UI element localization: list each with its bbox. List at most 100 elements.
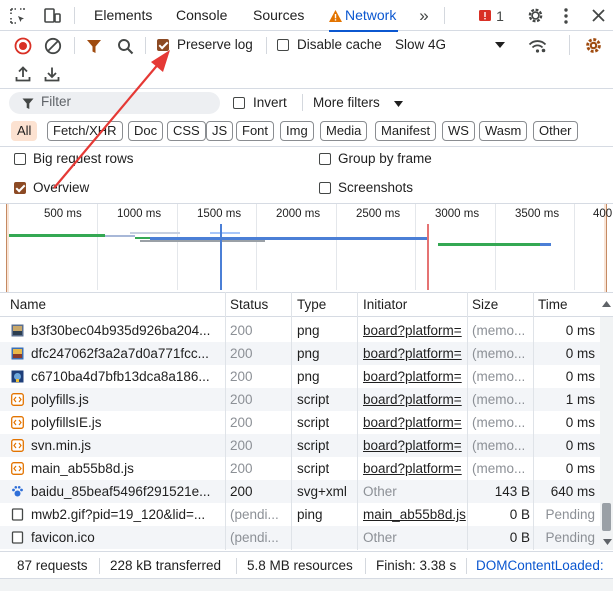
table-row[interactable]: svn.min.js 200 script board?platform= (m… [0, 434, 600, 457]
inspect-element-icon[interactable] [8, 6, 28, 26]
filter-placeholder: Filter [41, 94, 71, 109]
more-options-icon[interactable] [559, 5, 573, 26]
script-icon [11, 462, 24, 475]
resources-size: 5.8 MB resources [247, 558, 353, 573]
scrollbar-thumb[interactable] [602, 503, 611, 531]
network-settings-gear-icon[interactable] [583, 35, 604, 56]
group-by-frame-checkbox[interactable] [319, 153, 331, 165]
scroll-down-arrow-icon[interactable] [602, 537, 612, 547]
chip-ws[interactable]: WS [442, 121, 475, 141]
timeline-tick: 2000 ms [276, 208, 321, 220]
import-har-icon[interactable] [13, 64, 33, 84]
overview-label[interactable]: Overview [33, 180, 89, 195]
export-har-icon[interactable] [42, 64, 62, 84]
record-icon[interactable] [13, 36, 33, 56]
filter-input[interactable]: Filter [9, 92, 220, 114]
overview-bar [438, 243, 542, 246]
preserve-log-checkbox[interactable] [157, 39, 169, 51]
chip-font[interactable]: Font [236, 121, 275, 141]
settings-gear-icon[interactable] [525, 5, 546, 26]
chip-manifest[interactable]: Manifest [375, 121, 437, 141]
table-row[interactable]: polyfills.js 200 script board?platform= … [0, 388, 600, 411]
network-conditions-wifi-icon[interactable] [527, 36, 547, 56]
column-header-name[interactable]: Name [4, 293, 46, 317]
column-header-time[interactable]: Time [532, 293, 568, 317]
disable-cache-label[interactable]: Disable cache [297, 37, 382, 52]
overview-bar [9, 234, 105, 237]
chip-wasm[interactable]: Wasm [479, 121, 528, 141]
tab-elements[interactable]: Elements [94, 0, 152, 31]
column-header-status[interactable]: Status [224, 293, 268, 317]
search-icon[interactable] [115, 36, 135, 56]
document-icon [11, 508, 24, 521]
chip-img[interactable]: Img [280, 121, 314, 141]
finish-time: Finish: 3.38 s [376, 558, 457, 573]
invert-label[interactable]: Invert [253, 95, 287, 110]
timeline-tick: 3000 ms [435, 208, 480, 220]
chip-doc[interactable]: Doc [128, 121, 164, 141]
filter-funnel-icon[interactable] [84, 36, 104, 56]
table-scrollbar[interactable] [600, 317, 613, 550]
load-event-marker [427, 224, 429, 290]
preserve-log-label[interactable]: Preserve log [177, 37, 253, 52]
chip-js[interactable]: JS [206, 121, 234, 141]
chevron-down-icon[interactable] [494, 40, 506, 50]
dom-content-loaded-time: DOMContentLoaded: [476, 558, 604, 573]
script-icon [11, 416, 24, 429]
issues-badge[interactable]: 1 [476, 6, 506, 26]
table-row[interactable]: dfc247062f3a2a7d0a771fcc... 200 png boar… [0, 342, 600, 365]
request-table-header: Name Status Type Initiator Size Time [0, 292, 613, 317]
overview-bar [150, 237, 428, 240]
column-header-initiator[interactable]: Initiator [357, 293, 407, 317]
column-header-size[interactable]: Size [466, 293, 498, 317]
close-devtools-icon[interactable] [588, 5, 608, 26]
issue-flag-icon [479, 10, 492, 21]
table-row[interactable]: mwb2.gif?pid=19_120&lid=... (pendi... pi… [0, 503, 600, 526]
timeline-tick: 400 [593, 208, 613, 220]
request-count: 87 requests [17, 558, 88, 573]
clear-icon[interactable] [43, 36, 63, 56]
table-row[interactable]: baidu_85beaf5496f291521e... 200 svg+xml … [0, 480, 600, 503]
overview-bar [540, 243, 551, 246]
overview-bar [140, 240, 265, 242]
table-row[interactable]: polyfillsIE.js 200 script board?platform… [0, 411, 600, 434]
tab-console[interactable]: Console [176, 0, 227, 31]
chip-media[interactable]: Media [320, 121, 368, 141]
throttling-select[interactable]: Slow 4G [395, 37, 446, 52]
tab-sources[interactable]: Sources [253, 0, 304, 31]
big-request-rows-checkbox[interactable] [14, 153, 26, 165]
timeline-left-handle[interactable] [6, 204, 9, 292]
group-by-frame-label[interactable]: Group by frame [338, 151, 432, 166]
table-row[interactable]: b3f30bec04b935d926ba204... 200 png board… [0, 319, 600, 342]
more-filters-dropdown[interactable]: More filters [313, 95, 380, 110]
big-request-rows-label[interactable]: Big request rows [33, 151, 134, 166]
image-icon [11, 324, 24, 337]
chip-other[interactable]: Other [533, 121, 578, 141]
overview-checkbox[interactable] [14, 182, 26, 194]
script-icon [11, 439, 24, 452]
bottom-edge [0, 578, 613, 591]
device-toolbar-icon[interactable] [41, 6, 63, 26]
chip-css[interactable]: CSS [167, 121, 206, 141]
tab-network[interactable]: Network [328, 0, 399, 32]
column-header-type[interactable]: Type [291, 293, 326, 317]
chevron-down-icon[interactable] [393, 99, 404, 108]
timeline-tick: 2500 ms [356, 208, 401, 220]
table-row[interactable]: main_ab55b8d.js 200 script board?platfor… [0, 457, 600, 480]
invert-checkbox[interactable] [233, 97, 245, 109]
transferred-size: 228 kB transferred [110, 558, 222, 573]
disable-cache-checkbox[interactable] [277, 39, 289, 51]
table-row[interactable]: c6710ba4d7bfb13dca8a186... 200 png board… [0, 365, 600, 388]
table-row[interactable]: favicon.ico (pendi... Other 0 B Pending [0, 526, 600, 549]
more-tabs-icon[interactable]: » [414, 6, 434, 26]
network-toolbar: Preserve log Disable cache Slow 4G [0, 31, 613, 89]
image-icon [11, 370, 24, 383]
svg-paw-icon [11, 485, 24, 498]
screenshots-label[interactable]: Screenshots [338, 180, 413, 195]
chip-fetch-xhr[interactable]: Fetch/XHR [47, 121, 123, 141]
issues-count: 1 [496, 8, 504, 24]
scroll-up-arrow-icon[interactable] [601, 299, 611, 309]
filter-icon [21, 97, 34, 110]
chip-all[interactable]: All [11, 121, 38, 141]
screenshots-checkbox[interactable] [319, 182, 331, 194]
